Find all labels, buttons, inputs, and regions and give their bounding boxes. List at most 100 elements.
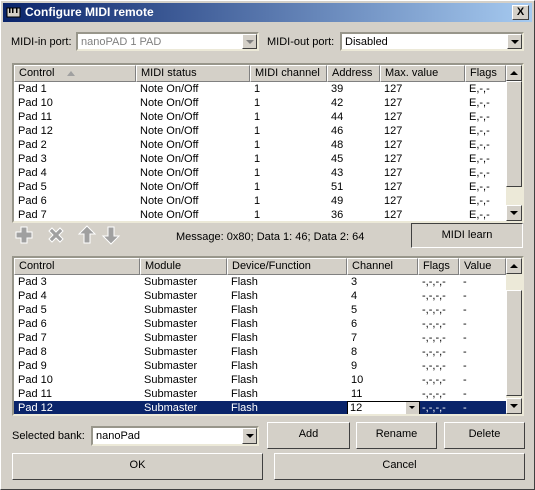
- table-cell: Submaster: [144, 290, 198, 302]
- table-row[interactable]: Pad 10 Note On/Off 1 42 127 E,-,-: [14, 96, 506, 110]
- table-cell: Flash: [231, 332, 258, 344]
- column-header-value[interactable]: Value: [459, 258, 506, 275]
- column-header-max-value[interactable]: Max. value: [380, 65, 465, 82]
- table-cell: Submaster: [144, 318, 198, 330]
- column-header-midi-channel[interactable]: MIDI channel: [250, 65, 327, 82]
- table-row[interactable]: Pad 10 Submaster Flash 10 -,-,-,- -: [14, 373, 506, 387]
- table-cell: 127: [384, 139, 403, 151]
- table-row[interactable]: Pad 5 Note On/Off 1 51 127 E,-,-: [14, 180, 506, 194]
- table-cell: Pad 3: [18, 276, 47, 288]
- table-cell: 127: [384, 195, 403, 207]
- table-cell: -,-,-,-: [422, 388, 446, 400]
- table-row[interactable]: Pad 5 Submaster Flash 5 -,-,-,- -: [14, 303, 506, 317]
- table-cell: 1: [254, 167, 261, 179]
- midi-learn-button[interactable]: MIDI learn: [411, 223, 523, 248]
- rename-bank-button[interactable]: Rename: [356, 422, 437, 449]
- table-row[interactable]: Pad 12 Note On/Off 1 46 127 E,-,-: [14, 124, 506, 138]
- cancel-button[interactable]: Cancel: [274, 453, 525, 480]
- table-row[interactable]: Pad 11 Submaster Flash 11 -,-,-,- -: [14, 387, 506, 401]
- table-row[interactable]: Pad 2 Note On/Off 1 48 127 E,-,-: [14, 138, 506, 152]
- table-cell: -,-,-,-: [422, 402, 446, 414]
- table-cell: 1: [254, 125, 261, 137]
- table-cell: 5: [351, 304, 358, 316]
- table-row[interactable]: Pad 1 Note On/Off 1 39 127 E,-,-: [14, 82, 506, 96]
- table-cell: -: [463, 402, 467, 414]
- column-header-channel[interactable]: Channel: [347, 258, 418, 275]
- column-header-device-function[interactable]: Device/Function: [227, 258, 347, 275]
- table-cell: Submaster: [144, 276, 198, 288]
- column-header-control[interactable]: Control: [14, 65, 136, 82]
- table-cell: Note On/Off: [140, 111, 199, 123]
- midi-message-readout: Message: 0x80; Data 1: 46; Data 2: 64: [176, 231, 365, 243]
- title-bar[interactable]: Configure MIDI remote X: [3, 3, 532, 22]
- table-cell: Pad 4: [18, 167, 47, 179]
- midi-out-port-select[interactable]: Disabled: [340, 32, 524, 51]
- table-cell: Note On/Off: [140, 97, 199, 109]
- midi-learn-label: MIDI learn: [441, 229, 493, 241]
- midi-controls-table[interactable]: Control MIDI status MIDI channel Address…: [12, 63, 524, 223]
- scroll-down-icon[interactable]: [506, 398, 522, 414]
- table-cell: Flash: [231, 374, 258, 386]
- column-header-flags[interactable]: Flags: [418, 258, 459, 275]
- chevron-down-icon[interactable]: [242, 428, 257, 444]
- vertical-scrollbar[interactable]: [506, 65, 522, 221]
- table-cell: -,-,-,-: [422, 276, 446, 288]
- column-label: Max. value: [385, 67, 439, 79]
- table-cell: Pad 7: [18, 209, 47, 221]
- table-cell: 9: [351, 360, 358, 372]
- scroll-down-icon[interactable]: [506, 205, 522, 221]
- table-cell: Note On/Off: [140, 209, 199, 221]
- chevron-down-icon[interactable]: [406, 402, 419, 414]
- table-row[interactable]: Pad 4 Submaster Flash 4 -,-,-,- -: [14, 289, 506, 303]
- table-cell: E,-,-: [469, 83, 490, 95]
- table-cell: Pad 12: [18, 402, 53, 414]
- close-button[interactable]: X: [512, 5, 529, 20]
- column-header-flags[interactable]: Flags: [465, 65, 506, 82]
- scroll-up-icon[interactable]: [506, 65, 522, 81]
- arrow-down-icon[interactable]: [99, 223, 123, 247]
- table-row[interactable]: Pad 7 Submaster Flash 7 -,-,-,- -: [14, 331, 506, 345]
- midi-in-port-select[interactable]: nanoPAD 1 PAD: [76, 32, 259, 51]
- column-label: Module: [145, 260, 182, 272]
- column-header-address[interactable]: Address: [327, 65, 380, 82]
- column-label: Address: [332, 67, 373, 79]
- table-row[interactable]: Pad 7 Note On/Off 1 36 127 E,-,-: [14, 208, 506, 221]
- table-cell: Note On/Off: [140, 83, 199, 95]
- table-row[interactable]: Pad 6 Note On/Off 1 49 127 E,-,-: [14, 194, 506, 208]
- ok-button[interactable]: OK: [12, 453, 263, 480]
- table-row[interactable]: Pad 11 Note On/Off 1 44 127 E,-,-: [14, 110, 506, 124]
- table-row[interactable]: Pad 12SubmasterFlash12-,-,-,--12: [14, 401, 506, 414]
- column-header-control[interactable]: Control: [14, 258, 140, 275]
- table-row[interactable]: Pad 9 Submaster Flash 9 -,-,-,- -: [14, 359, 506, 373]
- table-cell: Pad 5: [18, 304, 47, 316]
- bank-select-value: nanoPad: [96, 430, 141, 442]
- channel-editor-select[interactable]: 12: [347, 401, 420, 414]
- table-row[interactable]: Pad 3 Note On/Off 1 45 127 E,-,-: [14, 152, 506, 166]
- column-header-module[interactable]: Module: [140, 258, 227, 275]
- bank-select[interactable]: nanoPad: [91, 426, 259, 446]
- table-cell: -,-,-,-: [422, 346, 446, 358]
- table-row[interactable]: Pad 6 Submaster Flash 6 -,-,-,- -: [14, 317, 506, 331]
- add-icon[interactable]: [12, 223, 36, 247]
- column-label: Value: [464, 260, 492, 272]
- table-row[interactable]: Pad 8 Submaster Flash 8 -,-,-,- -: [14, 345, 506, 359]
- scroll-up-icon[interactable]: [506, 258, 522, 274]
- chevron-down-icon[interactable]: [507, 34, 522, 49]
- table-row[interactable]: Pad 3 Submaster Flash 3 -,-,-,- -: [14, 275, 506, 289]
- scroll-thumb[interactable]: [506, 290, 522, 396]
- midi-app-icon: [6, 7, 21, 18]
- table-cell: Submaster: [144, 402, 198, 414]
- delete-bank-button[interactable]: Delete: [444, 422, 525, 449]
- vertical-scrollbar[interactable]: [506, 258, 522, 414]
- scroll-thumb[interactable]: [506, 81, 522, 187]
- column-header-midi-status[interactable]: MIDI status: [136, 65, 250, 82]
- table-row[interactable]: Pad 4 Note On/Off 1 43 127 E,-,-: [14, 166, 506, 180]
- delete-icon[interactable]: [44, 223, 68, 247]
- table-cell: E,-,-: [469, 209, 490, 221]
- table-cell: 127: [384, 167, 403, 179]
- mappings-table[interactable]: Control Module Device/Function Channel F…: [12, 256, 524, 416]
- chevron-down-icon[interactable]: [242, 34, 257, 49]
- rename-bank-label: Rename: [375, 428, 418, 440]
- arrow-up-icon[interactable]: [75, 223, 99, 247]
- add-bank-button[interactable]: Add: [267, 422, 350, 449]
